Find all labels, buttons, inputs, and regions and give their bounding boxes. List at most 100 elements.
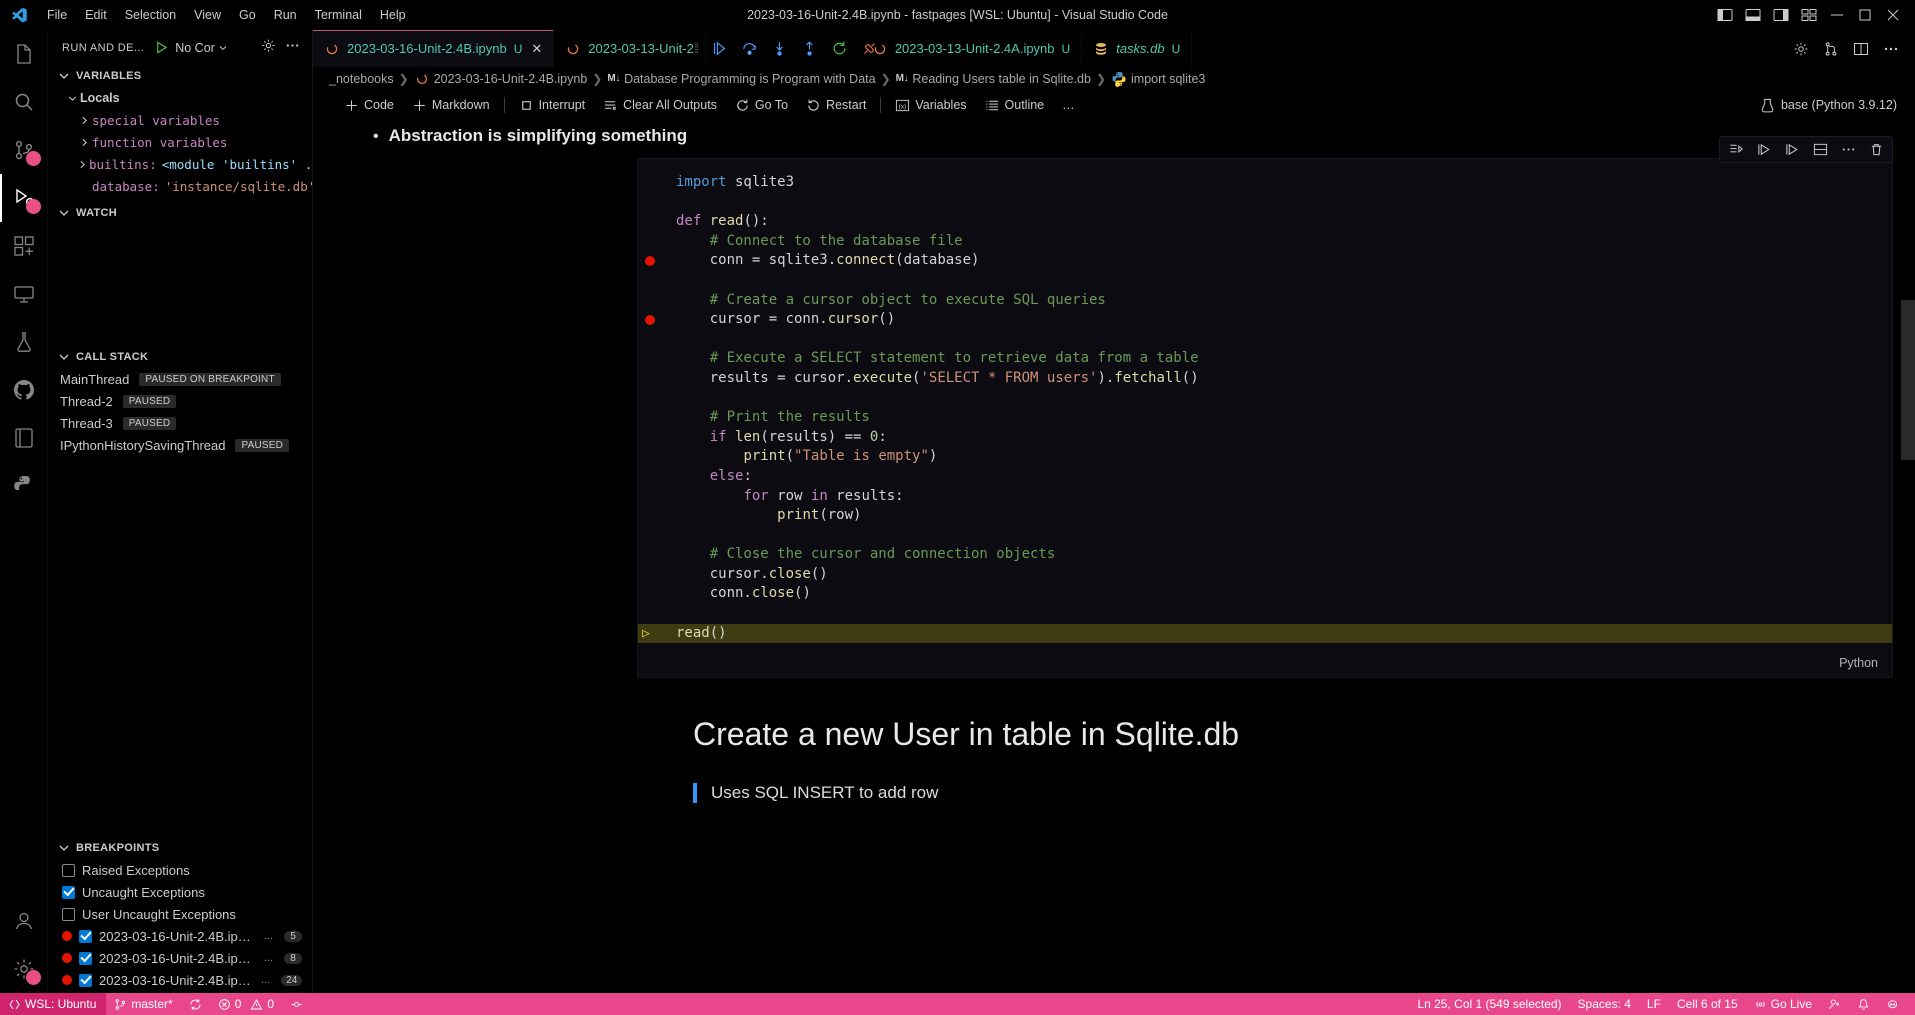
breakpoints-pane-header[interactable]: BREAKPOINTS	[48, 837, 312, 859]
tab-2023-03-16-unit-2-4b[interactable]: 2023-03-16-Unit-2.4B.ipynb U ✕	[313, 30, 555, 67]
breakpoint-dot-icon[interactable]	[62, 975, 72, 985]
add-markdown-cell-button[interactable]: Markdown	[403, 96, 499, 115]
code-editor[interactable]: import sqlite3 def read(): # Connect to …	[638, 159, 1892, 653]
call-stack-thread-row[interactable]: IPythonHistorySavingThread PAUSED	[48, 434, 312, 462]
debug-toolbar[interactable]: ⁞⁞	[687, 33, 888, 64]
editor-more-actions-icon[interactable]	[1883, 41, 1899, 57]
activity-settings-gear-icon[interactable]	[0, 945, 48, 993]
code-line[interactable]: results = cursor.execute('SELECT * FROM …	[638, 369, 1892, 389]
code-line[interactable]	[638, 389, 1892, 409]
code-line[interactable]: # Create a cursor object to execute SQL …	[638, 291, 1892, 311]
code-line[interactable]: for row in results:	[638, 487, 1892, 507]
code-line[interactable]	[638, 271, 1892, 291]
chevron-right-icon[interactable]	[76, 202, 89, 203]
menu-help[interactable]: Help	[371, 4, 415, 27]
menu-view[interactable]: View	[185, 4, 230, 27]
activity-jupyter-icon[interactable]	[0, 414, 48, 462]
kernel-selector[interactable]: base (Python 3.9.12)	[1760, 98, 1915, 113]
debug-toolbar-drag-handle[interactable]: ⁞⁞	[691, 42, 704, 55]
code-line[interactable]	[638, 193, 1892, 213]
variable-row[interactable]: special variables	[48, 109, 312, 131]
code-line[interactable]: print("Table is empty")	[638, 447, 1892, 467]
debug-continue-button[interactable]	[704, 35, 734, 63]
editor-vertical-scrollbar[interactable]	[1901, 120, 1915, 993]
call-stack-pane-body[interactable]: MainThread PAUSED ON BREAKPOINT Thread-2…	[48, 368, 312, 474]
notebook-toolbar[interactable]: Code Markdown Interrupt Clear All Output…	[313, 90, 1915, 120]
cell-more-actions-icon[interactable]	[1834, 137, 1862, 162]
variables-button[interactable]: (x) Variables	[886, 96, 975, 115]
breakpoints-pane-body[interactable]: Raised Exceptions Uncaught Exceptions Us…	[48, 859, 312, 993]
activity-accounts-icon[interactable]	[0, 897, 48, 945]
breadcrumb-item-section-2[interactable]: M↓ Reading Users table in Sqlite.db	[896, 72, 1091, 86]
cell-toolbar[interactable]	[1719, 136, 1893, 163]
tab-close-icon[interactable]: ✕	[531, 41, 542, 57]
status-notifications[interactable]	[1849, 993, 1878, 1015]
status-branch[interactable]: master*	[106, 993, 180, 1015]
status-indentation[interactable]: Spaces: 4	[1570, 993, 1639, 1015]
code-line[interactable]: # Print the results	[638, 408, 1892, 428]
call-stack-thread-row[interactable]: Thread-2 PAUSED	[48, 390, 312, 418]
variables-pane-header[interactable]: VARIABLES	[48, 65, 312, 87]
window-close-button[interactable]	[1885, 7, 1901, 23]
debug-configuration-dropdown[interactable]: No Cor	[175, 41, 229, 55]
debug-step-over-button[interactable]	[734, 35, 764, 63]
chevron-right-icon[interactable]	[76, 158, 89, 171]
code-line[interactable]: # Close the cursor and connection object…	[638, 545, 1892, 565]
variable-row[interactable]: database: 'instance/sqlite.db'	[48, 175, 312, 197]
code-line[interactable]: # Execute a SELECT statement to retrieve…	[638, 349, 1892, 369]
editor-tab-bar[interactable]: 2023-03-16-Unit-2.4B.ipynb U ✕ 2023-03-1…	[313, 30, 1915, 67]
variable-row[interactable]: builtins: <module 'builtins' ...	[48, 153, 312, 175]
breakpoint-exception-row[interactable]: User Uncaught Exceptions	[48, 903, 312, 925]
execute-above-cells-icon[interactable]	[1722, 137, 1750, 162]
variable-row[interactable]: function variables	[48, 131, 312, 153]
status-cursor-position[interactable]: Ln 25, Col 1 (549 selected)	[1409, 993, 1569, 1015]
breadcrumb[interactable]: _notebooks ❯ 2023-03-16-Unit-2.4B.ipynb …	[313, 67, 1915, 90]
breakpoint-exception-row[interactable]: Uncaught Exceptions	[48, 881, 312, 903]
tab-2023-03-13-unit-2-4a[interactable]: 2023-03-13-Unit-2.4A.ipynb U	[860, 30, 1083, 67]
activity-remote-explorer-icon[interactable]	[0, 270, 48, 318]
breadcrumb-item-file[interactable]: 2023-03-16-Unit-2.4B.ipynb	[414, 72, 587, 86]
breakpoint-file-row[interactable]: 2023-03-16-Unit-2.4B.ipynb ... 24	[48, 969, 312, 991]
split-editor-settings-icon[interactable]	[1793, 41, 1809, 57]
window-minimize-button[interactable]	[1829, 7, 1845, 23]
code-line[interactable]: if len(results) == 0:	[638, 428, 1892, 448]
code-line[interactable]	[638, 330, 1892, 350]
status-remote-indicator[interactable]: WSL: Ubuntu	[0, 993, 107, 1015]
menu-run[interactable]: Run	[265, 4, 306, 27]
code-line[interactable]: # Connect to the database file	[638, 232, 1892, 252]
code-line[interactable]: cursor.close()	[638, 565, 1892, 585]
activity-run-debug-icon[interactable]	[0, 174, 48, 222]
editor-actions[interactable]	[1793, 30, 1915, 67]
code-line[interactable]: def read():	[638, 212, 1892, 232]
checkbox[interactable]	[62, 885, 75, 899]
call-stack-pane-header[interactable]: CALL STACK	[48, 346, 312, 368]
breakpoint-file-row[interactable]: 2023-03-16-Unit-2.4B.ipynb ... 5	[48, 925, 312, 947]
notebook-more-actions-button[interactable]: …	[1053, 96, 1084, 114]
code-line[interactable]: cursor = conn.cursor()	[638, 310, 1892, 330]
chevron-right-icon[interactable]	[76, 136, 92, 149]
variables-pane-body[interactable]: Locals special variables function variab…	[48, 87, 312, 202]
code-line[interactable]	[638, 526, 1892, 546]
status-cell-position[interactable]: Cell 6 of 15	[1669, 993, 1746, 1015]
watch-pane-header[interactable]: WATCH	[48, 202, 312, 224]
toggle-panel-icon[interactable]	[1745, 7, 1761, 23]
menu-go[interactable]: Go	[230, 4, 265, 27]
activity-github-icon[interactable]	[0, 366, 48, 414]
window-maximize-button[interactable]	[1857, 7, 1873, 23]
breadcrumb-item-symbol[interactable]: import sqlite3	[1111, 71, 1205, 87]
scrollbar-thumb[interactable]	[1901, 300, 1915, 460]
checkbox[interactable]	[62, 907, 75, 921]
run-cell-icon[interactable]	[1750, 137, 1778, 162]
status-ports[interactable]	[282, 993, 311, 1015]
activity-source-control-icon[interactable]	[0, 126, 48, 174]
restart-kernel-button[interactable]: Restart	[797, 96, 875, 115]
activity-extensions-icon[interactable]	[0, 222, 48, 270]
status-sync[interactable]	[181, 993, 210, 1015]
code-line-current[interactable]: ▷ read()	[638, 623, 1892, 644]
delete-cell-icon[interactable]	[1862, 137, 1890, 162]
activity-testing-icon[interactable]	[0, 318, 48, 366]
tab-2023-03-13-unit-2[interactable]: 2023-03-13-Unit-2	[554, 30, 706, 67]
status-bar[interactable]: WSL: Ubuntu master* 0 0 Ln 25, Col 1 (54…	[0, 993, 1915, 1015]
go-to-button[interactable]: Go To	[726, 96, 797, 115]
watch-pane-body[interactable]	[48, 224, 312, 346]
